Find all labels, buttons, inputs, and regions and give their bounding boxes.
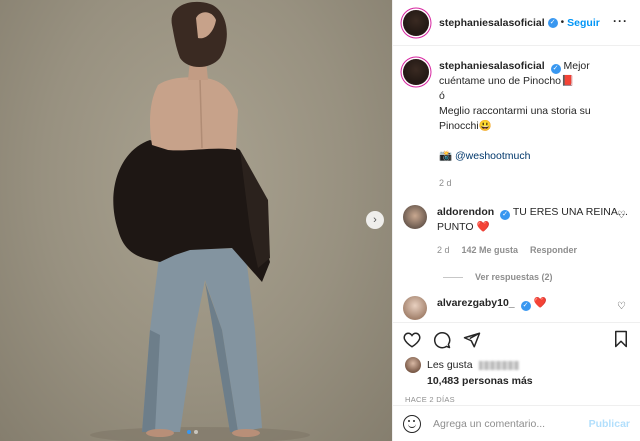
verified-icon: ✓: [500, 210, 511, 220]
likes-count-link[interactable]: 10,483 personas más: [393, 373, 640, 387]
caption-text-2: ó: [439, 90, 445, 102]
post-header: stephaniesalasoficial ✓ • Seguir ···: [393, 0, 640, 46]
comment-username[interactable]: alvarezgaby10_: [437, 297, 515, 309]
commenter-avatar[interactable]: [403, 296, 427, 320]
post-media[interactable]: ›: [0, 0, 392, 441]
carousel-dot: [187, 430, 191, 434]
carousel-dot: [194, 430, 198, 434]
caption: stephaniesalasoficial ✓ Mejor cuéntame u…: [403, 59, 630, 191]
chevron-right-icon: ›: [373, 213, 377, 226]
comment-item: aldorendon ✓ TU ERES UNA REINA… PUNTO ❤️…: [403, 205, 630, 258]
heart-emoji: ❤️: [476, 221, 490, 233]
comment-icon[interactable]: [433, 331, 451, 349]
carousel-dots: [187, 430, 198, 434]
reply-button[interactable]: Responder: [530, 243, 577, 258]
liked-by: Les gusta: [393, 357, 640, 373]
liker-avatar[interactable]: [405, 357, 421, 373]
comment-username[interactable]: aldorendon: [437, 206, 494, 218]
post-sidebar: stephaniesalasoficial ✓ • Seguir ··· ste…: [392, 0, 640, 441]
publish-button[interactable]: Publicar: [589, 418, 630, 430]
comment-item: alvarezgaby10_ ✓ ❤️ ♡: [403, 296, 630, 320]
author-avatar[interactable]: [403, 9, 429, 36]
like-comment-heart-icon[interactable]: ♡: [617, 301, 626, 312]
caption-text-3: Meglio raccontarmi una storia su Pinocch…: [439, 105, 591, 132]
view-replies-label: Ver respuestas (2): [475, 272, 553, 282]
add-comment-bar: Publicar: [393, 405, 640, 441]
action-icons: [393, 323, 640, 357]
post-actions: Les gusta 10,483 personas más HACE 2 DÍA…: [393, 322, 640, 441]
post-timestamp: HACE 2 DÍAS: [405, 395, 455, 404]
camera-icon: 📸: [439, 150, 453, 162]
follow-button[interactable]: Seguir: [567, 17, 600, 29]
header-separator: •: [560, 17, 565, 28]
more-icon[interactable]: ···: [613, 14, 628, 28]
verified-icon: ✓: [520, 301, 531, 311]
share-icon[interactable]: [463, 331, 481, 349]
verified-icon: ✓: [547, 17, 558, 28]
post-photo: [90, 1, 310, 441]
like-comment-heart-icon[interactable]: ♡: [617, 210, 626, 221]
bookmark-icon[interactable]: [612, 330, 630, 348]
commenter-avatar[interactable]: [403, 205, 427, 229]
comment-input[interactable]: [433, 417, 589, 430]
caption-meta: 2 d: [439, 176, 630, 191]
next-arrow-button[interactable]: ›: [366, 211, 384, 229]
heart-emoji: ❤️: [533, 297, 547, 309]
credit-mention-link[interactable]: @weshootmuch: [455, 150, 530, 162]
comments-list[interactable]: stephaniesalasoficial ✓ Mejor cuéntame u…: [393, 47, 640, 321]
view-replies-button[interactable]: Ver respuestas (2): [443, 272, 630, 282]
replies-line: [443, 276, 463, 278]
redacted-username: [478, 360, 519, 370]
emoji-icon[interactable]: [403, 414, 421, 433]
author-username[interactable]: stephaniesalasoficial: [439, 17, 545, 29]
verified-icon: ✓: [550, 64, 561, 74]
heart-icon[interactable]: [403, 331, 421, 349]
caption-avatar[interactable]: [403, 59, 429, 85]
liked-by-prefix: Les gusta: [427, 359, 473, 371]
comment-likes-link[interactable]: 142 Me gusta: [462, 243, 519, 258]
comment-meta: 2 d 142 Me gusta Responder: [437, 243, 630, 258]
caption-username[interactable]: stephaniesalasoficial: [439, 60, 545, 72]
comment-age: 2 d: [437, 245, 450, 255]
caption-age: 2 d: [439, 178, 452, 188]
